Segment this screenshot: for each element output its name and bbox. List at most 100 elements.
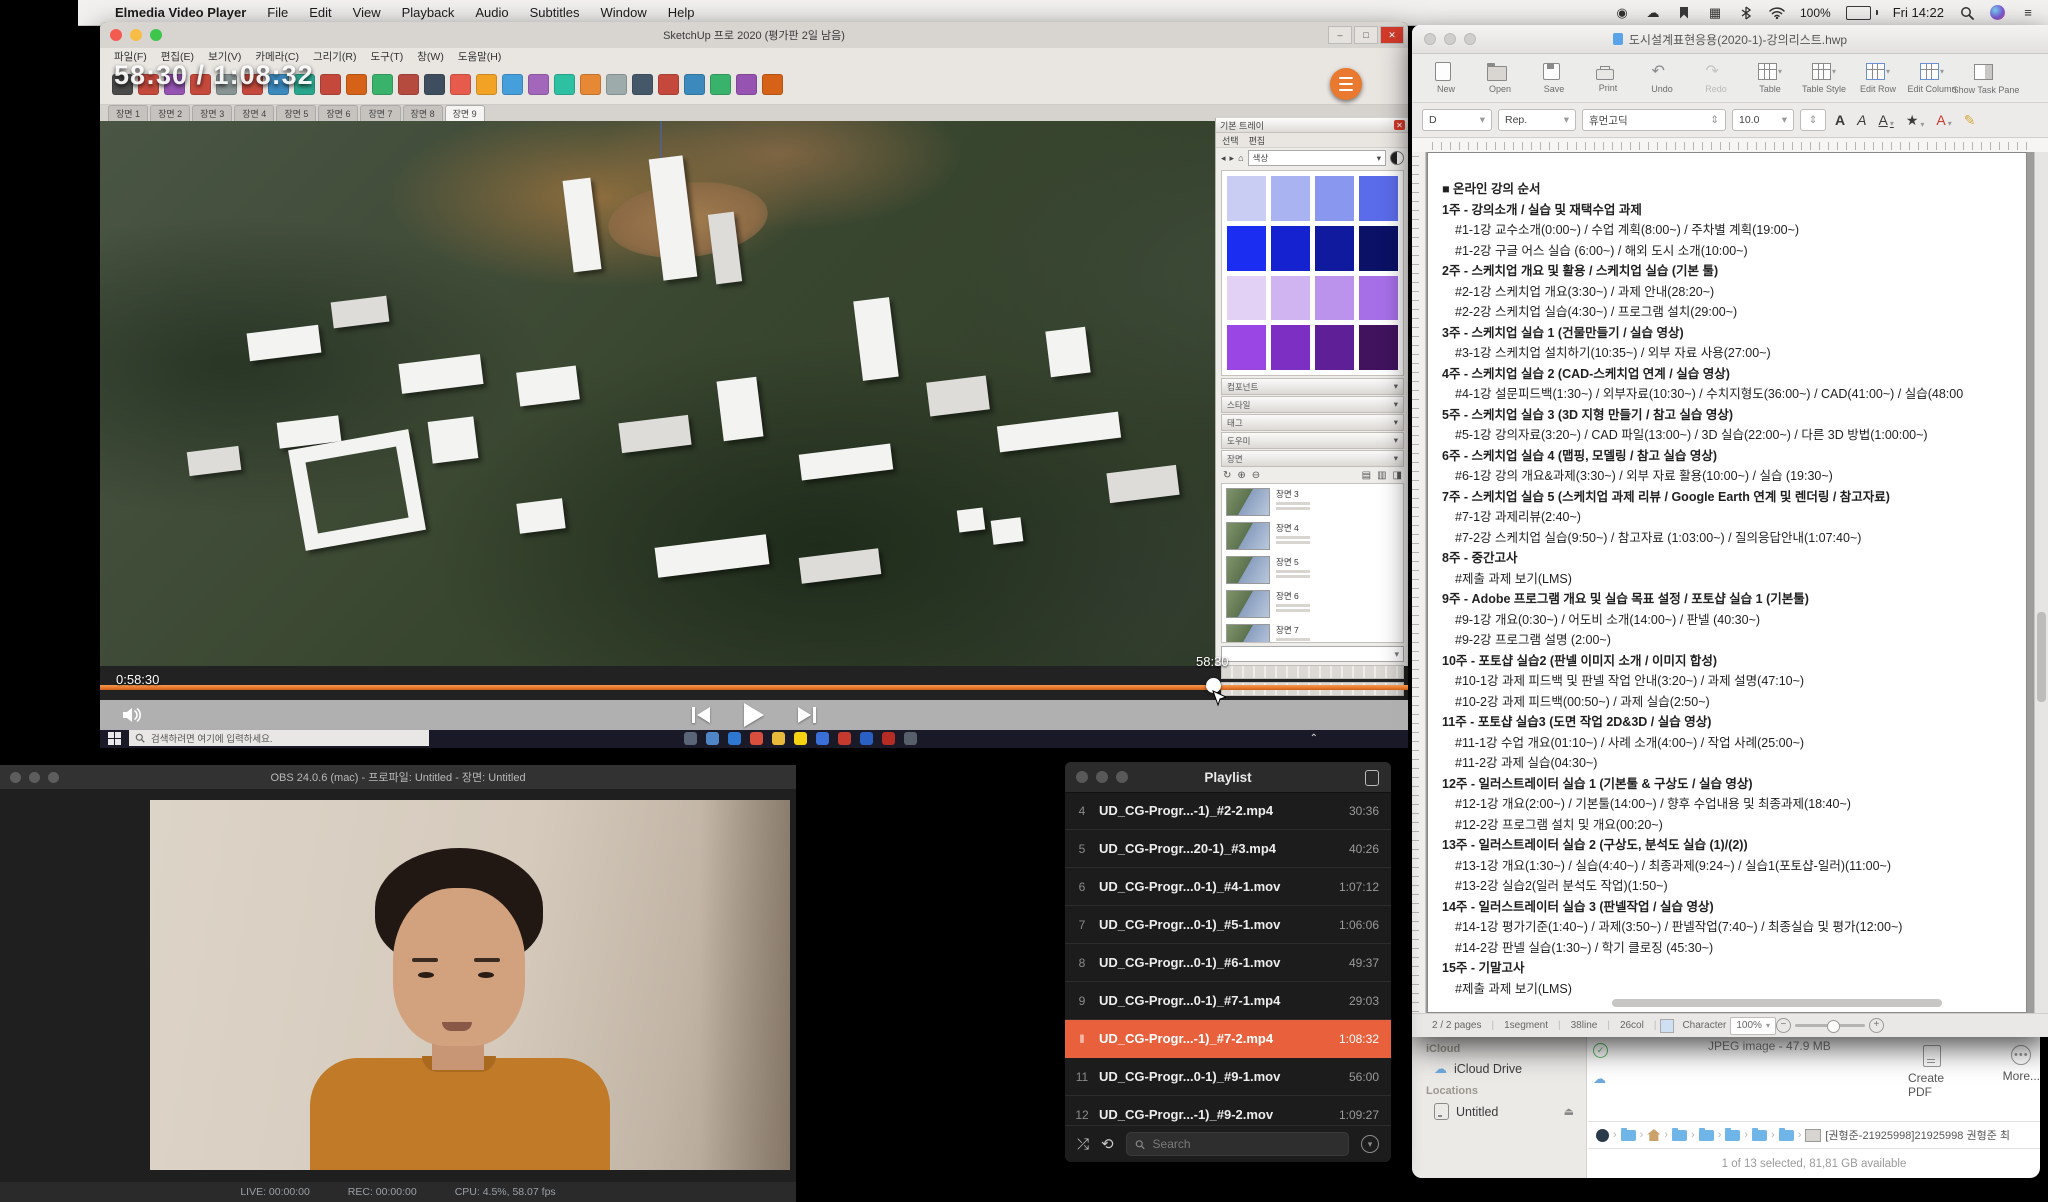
hwp-toolbar-button[interactable]: ▾ Edit Column [1906,62,1958,94]
menubar-menu-item[interactable]: Help [668,5,695,20]
menubar-menu-item[interactable]: Window [600,5,646,20]
playlist-row[interactable]: 9 UD_CG-Progr...0-1)_#7-1.mp4 29:03 [1065,982,1391,1020]
folder-icon[interactable] [1752,1130,1767,1141]
hwp-toolbar-label: Open [1489,84,1511,94]
playlist-row[interactable]: ‖ UD_CG-Progr...-1)_#7-2.mp4 1:08:32 [1065,1020,1391,1058]
hwp-toolbar-button[interactable]: ▾ Edit Row [1852,62,1904,94]
play-button[interactable] [744,703,764,727]
wifi-icon[interactable] [1769,5,1785,21]
osd-menu-button[interactable] [1330,68,1362,100]
create-pdf-button[interactable]: Create PDF [1908,1045,1957,1099]
taskbar-app-icon [882,732,895,745]
hwp-toolbar-button[interactable]: ▾ Redo [1690,63,1742,94]
scenes-list: 장면 3 장면 4 [1221,483,1404,643]
keyboard-icon[interactable]: ▦ [1707,5,1723,21]
hwp-traffic-lights[interactable] [1424,33,1476,45]
hwp-toolbar-button[interactable]: ▾ Show Task Pane [1960,62,2012,95]
hwp-toolbar-button[interactable]: ▾ Table Style [1798,62,1850,94]
zoom-out-icon[interactable]: − [1776,1018,1791,1033]
font-size-dropdown[interactable]: 10.0▾ [1732,109,1794,131]
hwp-toolbar-button[interactable]: ▾ Table [1744,62,1796,94]
scene-tab: 장면 5 [276,105,316,121]
document-line: #2-2강 스케치업 실습(4:30~) / 프로그램 설치(29:00~) [1442,302,2018,323]
hwp-toolbar-button[interactable]: ▾ Save [1528,62,1580,94]
more-actions-button[interactable]: ••• More... [2003,1045,2040,1099]
color-swatch [1359,226,1398,271]
cloud-status-icon[interactable]: ☁ [1645,5,1661,21]
volume-icon[interactable] [1596,1129,1609,1142]
italic-button[interactable]: A [1854,112,1869,128]
repeat-icon[interactable]: ⟲ [1101,1135,1114,1153]
menubar-menu-item[interactable]: View [353,5,381,20]
size-stepper[interactable]: ⇕ [1800,109,1826,131]
menubar-menu-item[interactable]: Subtitles [530,5,580,20]
notification-center-icon[interactable]: ≡ [2020,5,2036,21]
document-line: #7-2강 스케치업 실습(9:50~) / 참고자료 (1:03:00~) /… [1442,528,2018,549]
folder-icon[interactable] [1621,1130,1636,1141]
obs-traffic-lights[interactable] [10,772,59,783]
obs-title: OBS 24.0.6 (mac) - 프로파일: Untitled - 장면: … [270,769,525,785]
zoom-in-icon[interactable]: + [1869,1018,1884,1033]
bookmark-icon[interactable] [1676,5,1692,21]
bluetooth-icon[interactable] [1738,5,1754,21]
zoom-dropdown[interactable]: 100%▾ [1730,1017,1776,1035]
playlist-panel-icon[interactable] [1365,770,1379,786]
bold-button[interactable]: A [1832,112,1848,128]
folder-icon[interactable] [1725,1130,1740,1141]
paint-sample-icon [1390,151,1404,165]
hwp-toolbar-button[interactable]: ▾ Undo [1636,63,1688,94]
next-button[interactable] [798,707,816,723]
player-traffic-lights[interactable] [110,29,162,41]
underline-button[interactable]: A▾ [1875,112,1896,128]
hwp-toolbar-button[interactable]: ▾ New [1420,62,1472,94]
previous-button[interactable] [692,707,710,723]
font-dropdown[interactable]: 휴먼고딕⇕ [1582,109,1726,131]
eject-icon[interactable]: ⏏ [1564,1105,1574,1118]
hwp-vertical-scrollbar[interactable] [2034,152,2048,1013]
search-filter-dropdown-icon[interactable]: ▾ [1361,1135,1379,1153]
siri-icon[interactable] [1990,5,2005,20]
font-color-button[interactable]: A▾ [1933,112,1954,128]
hwp-page[interactable]: ■ 온라인 강의 순서1주 - 강의소개 / 실습 및 재택수업 과제#1-1강… [1427,152,2027,1013]
hwp-toolbar-button[interactable]: ▾ Open [1474,63,1526,94]
track-duration: 1:09:27 [1315,1108,1391,1122]
building [799,443,893,480]
style-dropdown[interactable]: D▾ [1422,109,1492,131]
paragraph-dropdown[interactable]: Rep.▾ [1498,109,1576,131]
zoom-slider[interactable] [1795,1024,1865,1027]
sidebar-item-icloud-drive[interactable]: ☁ iCloud Drive [1412,1057,1586,1081]
folder-icon[interactable] [1672,1130,1687,1141]
playlist-row[interactable]: 11 UD_CG-Progr...0-1)_#9-1.mov 56:00 [1065,1058,1391,1096]
highlight-pen-icon[interactable]: ✎ [1961,112,1979,129]
menubar-menu-item[interactable]: Audio [475,5,508,20]
sidebar-item-untitled[interactable]: Untitled ⏏ [1412,1099,1586,1124]
image-file-icon[interactable] [1805,1129,1821,1142]
playlist-search-input[interactable] [1151,1136,1340,1152]
shuffle-icon[interactable]: ⤮ [1077,1136,1089,1153]
menubar-menu-item[interactable]: Playback [402,5,455,20]
scene-subline [1276,570,1310,573]
playlist-row[interactable]: 7 UD_CG-Progr...0-1)_#5-1.mov 1:06:06 [1065,906,1391,944]
obs-status-icon[interactable]: ◉ [1614,5,1630,21]
menubar-menu-item[interactable]: File [267,5,288,20]
app-menu-title[interactable]: Elmedia Video Player [115,5,246,20]
playlist-row[interactable]: 5 UD_CG-Progr...20-1)_#3.mp4 40:26 [1065,830,1391,868]
playlist-row[interactable]: 8 UD_CG-Progr...0-1)_#6-1.mov 49:37 [1065,944,1391,982]
playlist-row[interactable]: 6 UD_CG-Progr...0-1)_#4-1.mov 1:07:12 [1065,868,1391,906]
menubar-menu-item[interactable]: Edit [309,5,331,20]
playlist-traffic-lights[interactable] [1076,771,1128,783]
sketchup-tray-panel: 기본 트레이 ✕ 선택편집 ◂ ▸ ⌂ 색상▾ [1215,118,1408,666]
playlist-row[interactable]: 4 UD_CG-Progr...-1)_#2-2.mp4 30:36 [1065,792,1391,830]
path-file-name[interactable]: [권형준-21925998]21925998 권형준 최 [1825,1127,2010,1143]
tray-close-icon: ✕ [1394,120,1405,130]
insert-mode-icon[interactable] [1660,1019,1674,1033]
home-folder-icon[interactable] [1647,1129,1660,1141]
playlist-search-field[interactable] [1126,1132,1349,1156]
menubar-clock[interactable]: Fri 14:22 [1893,5,1944,20]
folder-icon[interactable] [1779,1130,1794,1141]
hwp-horizontal-scrollbar[interactable] [1612,999,1942,1007]
spotlight-search-icon[interactable] [1959,5,1975,21]
hwp-toolbar-button[interactable]: ▾ Print [1582,64,1634,93]
folder-icon[interactable] [1699,1130,1714,1141]
effects-button[interactable]: ★▾ [1903,112,1928,129]
